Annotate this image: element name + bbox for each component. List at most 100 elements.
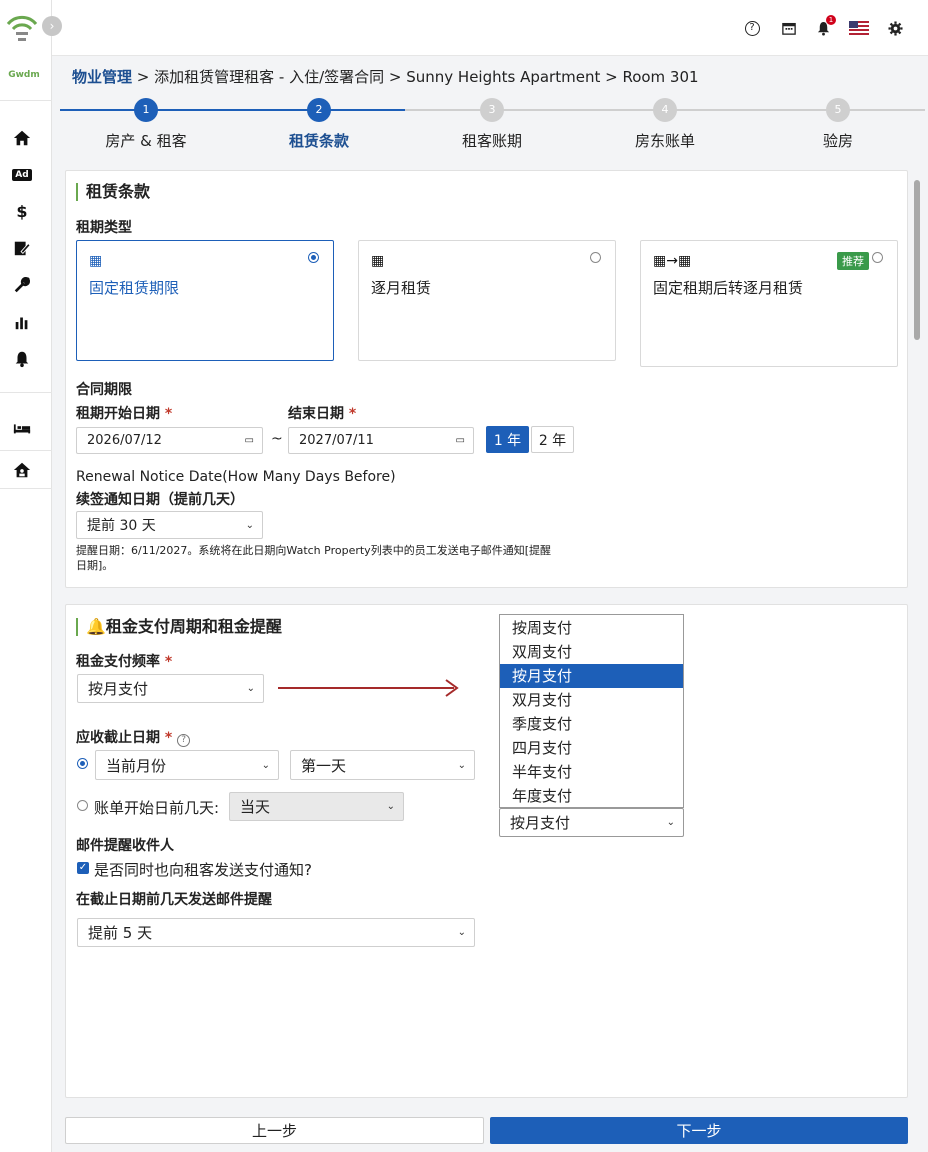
step-3-label[interactable]: 租客账期: [422, 130, 562, 151]
house-user-icon[interactable]: [12, 460, 32, 480]
renewal-notice-value: 提前 30 天: [87, 518, 156, 534]
reminder-hint-text: 提醒日期：6/11/2027。系统将在此日期向Watch Property列表中…: [76, 544, 551, 572]
notify-tenant-checkbox[interactable]: ✓: [77, 862, 89, 874]
step-2-circle[interactable]: 2: [307, 98, 331, 122]
help-icon[interactable]: ?: [743, 19, 761, 37]
chevron-down-icon: ⌄: [246, 683, 255, 694]
logo-icon[interactable]: [4, 8, 40, 44]
us-flag-icon[interactable]: [849, 19, 869, 37]
step-1-circle[interactable]: 1: [134, 98, 158, 122]
lease-type-card-monthly[interactable]: ▦ 逐月租赁: [358, 240, 616, 361]
reminder-days-label: 在截止日期前几天发送邮件提醒: [76, 892, 272, 908]
days-before-value: 当天: [240, 798, 271, 816]
calendar-icon[interactable]: ▭: [456, 435, 465, 446]
step-5-circle[interactable]: 5: [826, 98, 850, 122]
two-year-button[interactable]: 2 年: [531, 426, 574, 453]
recommended-badge: 推荐: [837, 252, 869, 270]
due-month-value: 当前月份: [106, 756, 167, 775]
step-3-circle[interactable]: 3: [480, 98, 504, 122]
breadcrumb-root-link[interactable]: 物业管理: [72, 68, 132, 86]
renewal-notice-select[interactable]: 提前 30 天 ⌄: [76, 511, 263, 539]
dropdown-option[interactable]: 半年支付: [500, 760, 683, 784]
sidebar-divider: [0, 450, 52, 451]
start-date-label: 租期开始日期 *: [76, 403, 172, 423]
dollar-icon[interactable]: $: [12, 201, 32, 221]
calendar-icon: ▦: [371, 253, 385, 269]
rent-frequency-value: 按月支付: [88, 680, 149, 698]
step-4-circle[interactable]: 4: [653, 98, 677, 122]
end-date-input[interactable]: 2027/07/11 ▭: [288, 427, 474, 454]
breadcrumb: 物业管理 > 添加租赁管理租客 - 入住/签署合同 > Sunny Height…: [72, 66, 699, 87]
rent-payment-title-text: 租金支付周期和租金提醒: [105, 617, 282, 636]
lease-terms-panel: 租赁条款 租期类型 ▦ 固定租赁期限 ▦ 逐月租赁 ▦→▦ 固定租期后转逐月租赁…: [65, 170, 908, 588]
renewal-notice-label-cn: 续签通知日期（提前几天）: [76, 492, 244, 508]
step-4-label[interactable]: 房东账单: [595, 130, 735, 151]
dropdown-option[interactable]: 四月支付: [500, 736, 683, 760]
lease-type-card-fixed[interactable]: ▦ 固定租赁期限: [76, 240, 334, 361]
sidebar: Gwdm Ad $: [0, 0, 52, 1152]
next-step-button[interactable]: 下一步: [490, 1117, 908, 1144]
bell-icon[interactable]: [12, 349, 32, 369]
notification-badge: 1: [826, 15, 836, 25]
lease-type-monthly-label: 逐月租赁: [371, 279, 432, 297]
start-date-value: 2026/07/12: [87, 433, 162, 448]
chevron-down-icon: ⌄: [457, 759, 466, 771]
calendar-icon[interactable]: [780, 19, 798, 37]
page-scrollbar[interactable]: [912, 172, 922, 1112]
notify-tenant-label: 是否同时也向租客发送支付通知?: [94, 861, 312, 879]
due-day-select[interactable]: 第一天 ⌄: [290, 750, 475, 780]
dropdown-option[interactable]: 双周支付: [500, 640, 683, 664]
lease-type-fixed-label: 固定租赁期限: [89, 279, 180, 297]
bed-icon[interactable]: [12, 418, 32, 438]
rent-payment-title: 🔔租金支付周期和租金提醒: [76, 618, 282, 636]
reminder-days-select[interactable]: 提前 5 天 ⌄: [77, 918, 475, 947]
due-day-value: 第一天: [301, 756, 347, 775]
collapse-sidebar-button[interactable]: ›: [42, 16, 62, 36]
lease-type-card-fixed-then-monthly[interactable]: ▦→▦ 固定租期后转逐月租赁 推荐: [640, 240, 898, 367]
edit-icon[interactable]: [12, 238, 32, 258]
end-date-value: 2027/07/11: [299, 433, 374, 448]
home-icon[interactable]: [12, 128, 32, 148]
lease-type-monthly-radio[interactable]: [590, 252, 601, 263]
stepper-progress-line: [60, 109, 405, 111]
breadcrumb-path: > 添加租赁管理租客 - 入住/签署合同 > Sunny Heights Apa…: [132, 68, 699, 86]
wrench-icon[interactable]: [12, 275, 32, 295]
ad-icon[interactable]: Ad: [12, 165, 32, 185]
step-5-label[interactable]: 验房: [768, 130, 908, 151]
start-date-label-text: 租期开始日期: [76, 406, 160, 422]
notification-bell-icon[interactable]: 1: [814, 15, 836, 37]
date-range-tilde: ~: [271, 431, 283, 447]
due-date-current-radio[interactable]: [77, 758, 88, 769]
required-mark: *: [164, 654, 173, 670]
help-icon[interactable]: ?: [177, 734, 191, 747]
one-year-button[interactable]: 1 年: [486, 426, 529, 453]
rent-frequency-select[interactable]: 按月支付 ⌄: [77, 674, 264, 703]
bar-chart-icon[interactable]: [12, 312, 32, 332]
days-before-label: 账单开始日前几天:: [94, 799, 220, 817]
start-date-input[interactable]: 2026/07/12 ▭: [76, 427, 263, 454]
chevron-down-icon: ⌄: [386, 801, 395, 812]
rent-payment-panel: 🔔租金支付周期和租金提醒 租金支付频率 * 按月支付 ⌄ 应收截止日期 * ? …: [65, 604, 908, 1098]
days-before-radio[interactable]: [77, 800, 88, 811]
gear-icon[interactable]: [886, 19, 904, 37]
scrollbar-thumb[interactable]: [914, 180, 920, 340]
previous-step-button[interactable]: 上一步: [65, 1117, 484, 1144]
sidebar-divider: [0, 488, 52, 489]
dropdown-option[interactable]: 季度支付: [500, 712, 683, 736]
due-month-select[interactable]: 当前月份 ⌄: [95, 750, 279, 780]
calendar-icon[interactable]: ▭: [245, 435, 254, 446]
rent-frequency-dropdown-value: 按月支付: [510, 814, 571, 832]
dropdown-option[interactable]: 按周支付: [500, 616, 683, 640]
help-glyph: ?: [744, 20, 760, 36]
dropdown-option[interactable]: 年度支付: [500, 784, 683, 808]
days-before-select[interactable]: 当天 ⌄: [229, 792, 404, 821]
lease-type-fixed-then-monthly-radio[interactable]: [872, 252, 883, 263]
dropdown-option[interactable]: 双月支付: [500, 688, 683, 712]
step-1-label[interactable]: 房产 & 租客: [76, 130, 216, 151]
bell-icon: 🔔: [86, 617, 106, 636]
rent-frequency-dropdown-select[interactable]: 按月支付 ⌄: [499, 808, 684, 837]
lease-type-fixed-radio[interactable]: [308, 252, 319, 263]
dropdown-option-highlighted[interactable]: 按月支付: [500, 664, 683, 688]
step-2-label[interactable]: 租赁条款: [249, 130, 389, 151]
ad-icon-glyph: Ad: [12, 169, 32, 181]
